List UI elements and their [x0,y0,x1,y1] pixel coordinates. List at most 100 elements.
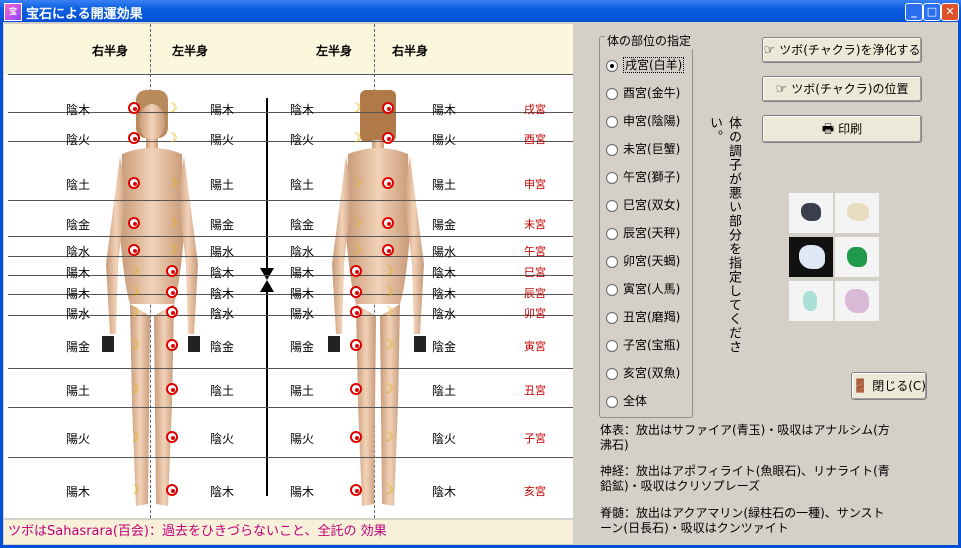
radio-option-8[interactable]: 寅宮(人馬) [606,281,680,297]
moon-marker-icon[interactable]: ☽ [166,217,178,231]
back-right-element-label: 陰木 [432,485,457,499]
back-left-element-label: 陰水 [290,245,315,259]
sun-marker-icon[interactable] [166,339,178,351]
moon-marker-icon[interactable]: ☽ [128,484,140,498]
sun-marker-icon[interactable] [166,383,178,395]
front-right-element-label: 陰水 [66,245,91,259]
back-right-element-label: 陰金 [432,340,457,354]
radio-button[interactable] [606,87,618,100]
position-button[interactable]: ☞ ツボ(チャクラ)の位置 [762,76,922,102]
back-right-element-label: 陰土 [432,384,457,398]
radio-option-6[interactable]: 辰宮(天秤) [606,225,680,241]
radio-option-11[interactable]: 亥宮(双魚) [606,365,680,381]
radio-option-10[interactable]: 子宮(宝瓶) [606,337,680,353]
sun-marker-icon[interactable] [166,484,178,496]
radio-button[interactable] [606,171,618,184]
door-exit-icon: 🚪 [852,379,869,394]
sun-marker-icon[interactable] [128,132,140,144]
radio-button[interactable] [606,255,618,268]
radio-button[interactable] [606,59,618,72]
radio-button[interactable] [606,339,618,352]
sun-marker-icon[interactable] [382,244,394,256]
moon-marker-icon[interactable]: ☽ [350,217,362,231]
sun-marker-icon[interactable] [350,383,362,395]
radio-option-2[interactable]: 申宮(陰陽) [606,113,680,129]
sun-marker-icon[interactable] [350,484,362,496]
moon-marker-icon[interactable]: ☽ [382,339,394,353]
moon-marker-icon[interactable]: ☽ [128,265,140,279]
front-right-header: 右半身 [92,44,129,58]
chart-header: 右半身 左半身 左半身 右半身 [4,24,573,74]
radio-button[interactable] [606,395,618,408]
minimize-button[interactable]: _ [905,3,923,21]
sun-marker-icon[interactable] [128,177,140,189]
row-divider [8,74,573,75]
close-dialog-button[interactable]: 🚪 閉じる(C) [851,372,927,400]
close-window-button[interactable]: ✕ [941,3,959,21]
moon-marker-icon[interactable]: ☽ [350,132,362,146]
moon-marker-icon[interactable]: ☽ [350,244,362,258]
front-left-element-label: 陽土 [210,178,235,192]
moon-marker-icon[interactable]: ☽ [382,383,394,397]
print-button[interactable]: 🖶 印刷 [762,115,922,143]
radio-button[interactable] [606,311,618,324]
moon-marker-icon[interactable]: ☽ [166,102,178,116]
radio-option-1[interactable]: 酉宮(金牛) [606,85,680,101]
back-left-element-label: 陰土 [290,178,315,192]
sun-marker-icon[interactable] [382,132,394,144]
moon-marker-icon[interactable]: ☽ [382,431,394,445]
sun-marker-icon[interactable] [350,339,362,351]
radio-option-0[interactable]: 戌宮(白羊) [606,57,685,73]
moon-marker-icon[interactable]: ☽ [382,306,394,320]
radio-option-7[interactable]: 卯宮(天蝎) [606,253,680,269]
radio-option-4[interactable]: 午宮(獅子) [606,169,680,185]
zodiac-house-label: 申宮 [524,178,546,191]
radio-button[interactable] [606,115,618,128]
sun-marker-icon[interactable] [128,102,140,114]
sun-marker-icon[interactable] [128,244,140,256]
sun-marker-icon[interactable] [382,102,394,114]
window-title: 宝石による開運効果 [26,7,143,22]
radio-button[interactable] [606,199,618,212]
purify-button[interactable]: ☞ ツボ(チャクラ)を浄化する [762,37,922,63]
sun-marker-icon[interactable] [166,431,178,443]
radio-button[interactable] [606,227,618,240]
moon-marker-icon[interactable]: ☽ [128,286,140,300]
sun-marker-icon[interactable] [350,265,362,277]
sun-marker-icon[interactable] [166,286,178,298]
sun-marker-icon[interactable] [128,217,140,229]
radio-option-5[interactable]: 巳宮(双女) [606,197,680,213]
maximize-button[interactable]: □ [923,3,941,21]
moon-marker-icon[interactable]: ☽ [128,383,140,397]
radio-option-12[interactable]: 全体 [606,393,647,409]
radio-label: 辰宮(天秤) [623,226,681,240]
back-left-element-label: 陽水 [290,307,315,321]
radio-button[interactable] [606,367,618,380]
radio-option-9[interactable]: 丑宮(磨羯) [606,309,680,325]
radio-button[interactable] [606,283,618,296]
sun-marker-icon[interactable] [350,286,362,298]
sun-marker-icon[interactable] [166,265,178,277]
moon-marker-icon[interactable]: ☽ [166,244,178,258]
sun-marker-icon[interactable] [166,306,178,318]
moon-marker-icon[interactable]: ☽ [350,177,362,191]
sun-marker-icon[interactable] [350,306,362,318]
moon-marker-icon[interactable]: ☽ [382,265,394,279]
moon-marker-icon[interactable]: ☽ [350,102,362,116]
down-flow-arrow [266,98,268,276]
radio-option-3[interactable]: 未宮(巨蟹) [606,141,680,157]
sun-marker-icon[interactable] [382,177,394,189]
zodiac-house-label: 丑宮 [524,384,546,397]
moon-marker-icon[interactable]: ☽ [166,132,178,146]
zodiac-house-label: 未宮 [524,218,546,231]
sun-marker-icon[interactable] [382,217,394,229]
moon-marker-icon[interactable]: ☽ [128,431,140,445]
moon-marker-icon[interactable]: ☽ [128,339,140,353]
moon-marker-icon[interactable]: ☽ [166,177,178,191]
radio-label: 酉宮(金牛) [623,86,681,100]
moon-marker-icon[interactable]: ☽ [382,286,394,300]
moon-marker-icon[interactable]: ☽ [128,306,140,320]
radio-button[interactable] [606,143,618,156]
moon-marker-icon[interactable]: ☽ [382,484,394,498]
sun-marker-icon[interactable] [350,431,362,443]
